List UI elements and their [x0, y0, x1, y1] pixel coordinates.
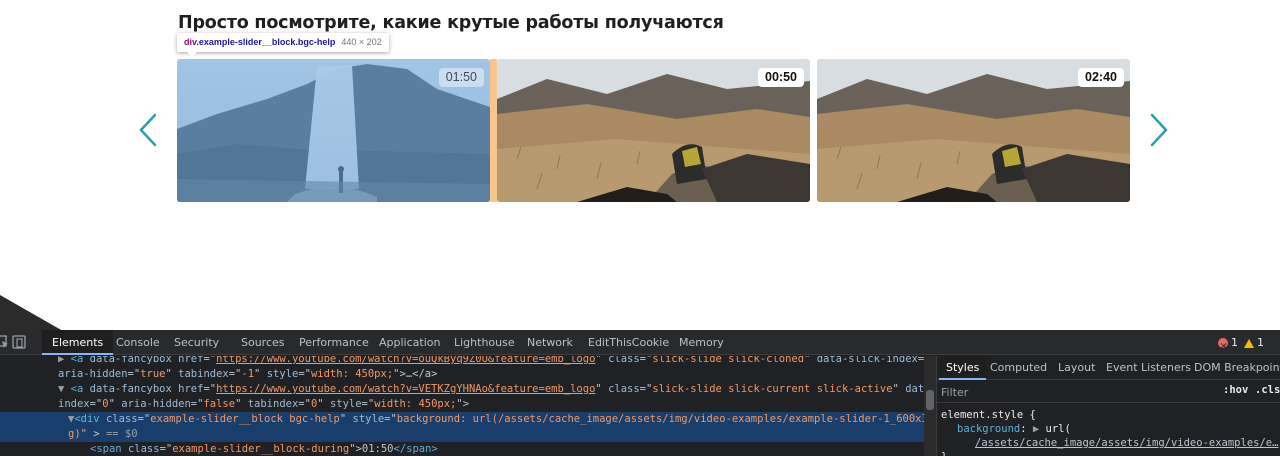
dom-tree-scrollbar[interactable]: [924, 356, 936, 456]
dom-node-line[interactable]: ▼ <a data-fancybox href="https://www.you…: [0, 382, 924, 397]
devtools-tabbar: Elements Console Security Sources Perfor…: [0, 330, 1280, 359]
tab-editthiscookie[interactable]: EditThisCookie: [578, 330, 679, 355]
tab-console[interactable]: Console: [106, 330, 170, 355]
dom-tree[interactable]: ▶ <a data-fancybox href="https://www.you…: [0, 356, 924, 456]
video-duration-badge: 00:50: [758, 68, 804, 87]
style-rule-close: }: [941, 450, 947, 456]
tab-application[interactable]: Application: [369, 330, 450, 355]
tab-dom-breakpoints[interactable]: DOM Breakpoints: [1187, 356, 1280, 380]
hover-state-toggle[interactable]: :hov: [1223, 384, 1248, 396]
tooltip-class: .example-slider__block.bgc-help: [196, 37, 336, 47]
tab-elements[interactable]: Elements: [42, 330, 114, 355]
tab-memory[interactable]: Memory: [669, 330, 734, 355]
tab-styles[interactable]: Styles: [939, 356, 987, 380]
device-toolbar-icon[interactable]: [11, 335, 27, 349]
tab-sources[interactable]: Sources: [231, 330, 295, 355]
selected-dom-node[interactable]: ▼<div class="example-slider__block bgc-h…: [0, 412, 924, 427]
styles-filter-input[interactable]: [941, 384, 1191, 400]
tab-lighthouse[interactable]: Lighthouse: [444, 330, 525, 355]
dom-node-line[interactable]: <span class="example-slider__block-durin…: [0, 442, 924, 456]
inspect-tooltip: div.example-slider__block.bgc-help 440 × …: [177, 33, 389, 57]
decorative-shape: [0, 295, 70, 330]
chevron-left-icon: [139, 113, 157, 147]
error-icon: [1218, 334, 1228, 359]
web-page: Просто посмотрите, какие крутые работы п…: [0, 0, 1280, 330]
tab-performance[interactable]: Performance: [289, 330, 379, 355]
style-declaration[interactable]: background: ▶ url(: [957, 422, 1071, 436]
tab-event-listeners[interactable]: Event Listeners: [1099, 356, 1198, 380]
dom-node-line[interactable]: aria-hidden="true" tabindex="-1" style="…: [0, 367, 924, 382]
devtools-panel: Elements Console Security Sources Perfor…: [0, 330, 1280, 456]
style-rule-selector: element.style {: [941, 409, 1036, 421]
dom-node-line[interactable]: index="0" aria-hidden="false" tabindex="…: [0, 397, 924, 412]
tab-security[interactable]: Security: [164, 330, 229, 355]
video-duration-badge: 02:40: [1078, 68, 1124, 87]
tab-computed[interactable]: Computed: [983, 356, 1054, 380]
inspect-padding-highlight: [490, 59, 497, 202]
warning-icon: [1244, 338, 1254, 348]
styles-pane: Styles Computed Layout Event Listeners D…: [936, 356, 1280, 456]
tooltip-size: 440 × 202: [341, 37, 382, 47]
inspect-element-icon[interactable]: [0, 335, 10, 349]
chevron-right-icon: [1150, 113, 1168, 147]
video-duration-badge: 01:50: [438, 68, 484, 87]
console-issue-badges[interactable]: 11: [1218, 330, 1264, 359]
error-count: 1: [1231, 336, 1238, 349]
tab-network[interactable]: Network: [517, 330, 583, 355]
styles-tabbar: Styles Computed Layout Event Listeners D…: [937, 356, 1280, 380]
tooltip-tag: div: [184, 37, 197, 47]
styles-filter-bar: :hov .cls: [937, 381, 1280, 403]
class-toggle[interactable]: .cls: [1255, 384, 1280, 396]
expand-triangle-icon[interactable]: ▶: [58, 356, 64, 365]
section-heading: Просто посмотрите, какие крутые работы п…: [178, 13, 724, 33]
style-declaration-url[interactable]: /assets/cache_image/assets/img/video-exa…: [975, 436, 1280, 450]
slider-prev-button[interactable]: [136, 112, 160, 148]
tab-layout[interactable]: Layout: [1051, 356, 1102, 380]
slider-next-button[interactable]: [1147, 112, 1171, 148]
dom-node-line[interactable]: ▶ <a data-fancybox href="https://www.you…: [0, 356, 924, 367]
video-slide-3[interactable]: 02:40: [817, 59, 1130, 202]
warning-count: 1: [1257, 336, 1264, 349]
video-slide-1[interactable]: 01:50: [177, 59, 490, 202]
collapse-triangle-icon[interactable]: ▼: [58, 383, 64, 395]
selected-dom-node-cont[interactable]: g)" > == $0: [0, 427, 924, 442]
scrollbar-thumb[interactable]: [926, 390, 934, 410]
video-slide-2[interactable]: 00:50: [497, 59, 810, 202]
